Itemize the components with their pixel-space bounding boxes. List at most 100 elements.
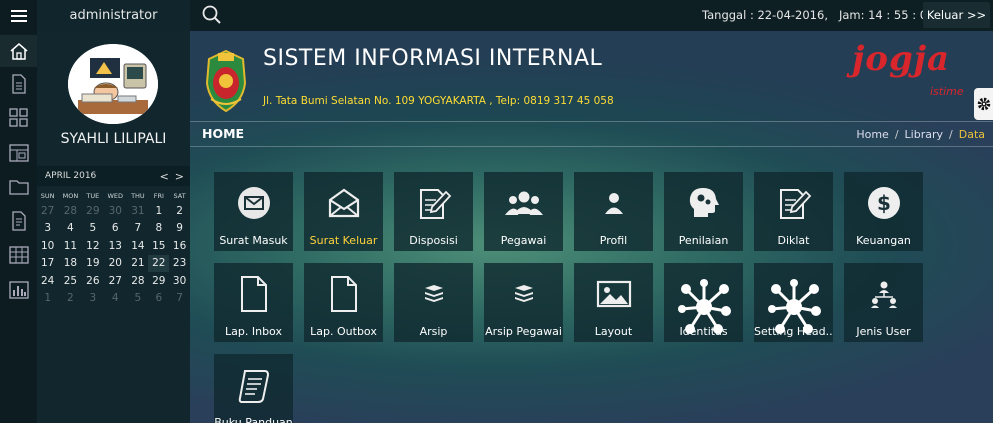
tile-label: Lap. Inbox [225,325,282,338]
calendar-day[interactable]: 1 [37,290,58,308]
calendar-day[interactable]: 25 [58,272,82,290]
tile-penilaian[interactable]: Penilaian [664,172,743,251]
rail-table-button[interactable] [9,245,29,265]
calendar-day[interactable]: 28 [58,202,82,220]
tile-identitas[interactable]: Identitas [664,263,743,342]
rail-grid-button[interactable] [9,108,29,128]
calendar-day[interactable]: 5 [82,220,103,238]
user-full-name: SYAHLI LILIPALI [60,131,167,147]
menu-toggle-button[interactable] [0,0,37,31]
calendar-day[interactable]: 27 [37,202,58,220]
home-icon [10,43,27,60]
tile-label: Diklat [777,234,810,247]
tile-label: Surat Masuk [219,234,288,247]
folder-icon [9,180,29,195]
calendar-day[interactable]: 3 [37,220,58,238]
calendar-day[interactable]: 27 [103,272,127,290]
calendar-day[interactable]: 6 [148,290,169,308]
calendar-day[interactable]: 18 [58,255,82,273]
calendar-day[interactable]: 24 [37,272,58,290]
tile-buku-panduan[interactable]: Buku Panduan [214,354,293,423]
tile-diklat[interactable]: Diklat [754,172,833,251]
tile-arsip[interactable]: Arsip [394,263,473,342]
tile-layout[interactable]: Layout [574,263,653,342]
breadcrumb: Home / Library / Data [856,128,985,141]
calendar-day[interactable]: 3 [82,290,103,308]
calendar-day[interactable]: 2 [169,202,190,220]
weekday-label: SAT [173,192,186,200]
calendar-day[interactable]: 19 [82,255,103,273]
tile-label: Arsip [419,325,448,338]
calendar-day[interactable]: 9 [169,220,190,238]
calendar-day[interactable]: 6 [103,220,127,238]
calendar-day[interactable]: 7 [169,290,190,308]
logout-button[interactable]: Keluar >> [923,2,990,28]
organization-address: Jl. Tata Bumi Selatan No. 109 YOGYAKARTA… [263,95,614,107]
calendar-day[interactable]: 29 [82,202,103,220]
government-crest-logo [203,49,249,113]
calendar-day[interactable]: 10 [37,237,58,255]
tile-surat-keluar[interactable]: Surat Keluar [304,172,383,251]
tile-label: Profil [599,234,628,247]
svg-text:$: $ [877,191,891,215]
search-button[interactable] [201,4,223,26]
tile-label: Keuangan [856,234,911,247]
datetime-display: Tanggal : 22-04-2016, Jam: 14 : 55 : 01 [702,8,935,22]
calendar-widget: APRIL 2016 < > SUN MON TUE WED THU FRI S… [37,166,190,307]
tile-pegawai[interactable]: Pegawai [484,172,563,251]
calendar-day[interactable]: 21 [127,255,148,273]
calendar-day[interactable]: 23 [169,255,190,273]
tile-jenis-user[interactable]: Jenis User [844,263,923,342]
calendar-day[interactable]: 17 [37,255,58,273]
dollar-circle-icon: $ [844,180,923,226]
tile-lap-outbox[interactable]: Lap. Outbox [304,263,383,342]
weekday-label: SUN [40,192,55,200]
calendar-day[interactable]: 5 [127,290,148,308]
breadcrumb-home-link[interactable]: Home [856,128,888,141]
calendar-day[interactable]: 4 [103,290,127,308]
calendar-day[interactable]: 7 [127,220,148,238]
calendar-day[interactable]: 4 [58,220,82,238]
tile-profil[interactable]: Profil [574,172,653,251]
calendar-month-label: APRIL 2016 [45,171,97,181]
weekday-label: MON [62,192,79,200]
calendar-day-today[interactable]: 22 [148,254,170,272]
calendar-day[interactable]: 13 [103,237,127,255]
tile-setting-head[interactable]: Setting Head... [754,263,833,342]
calendar-day[interactable]: 8 [148,220,169,238]
tile-label: Jenis User [856,325,911,338]
tile-surat-masuk[interactable]: Surat Masuk [214,172,293,251]
logo-word: jogja [852,39,951,79]
calendar-day[interactable]: 20 [103,255,127,273]
calendar-day[interactable]: 30 [103,202,127,220]
tile-disposisi[interactable]: Disposisi [394,172,473,251]
calendar-day[interactable]: 31 [127,202,148,220]
calendar-day[interactable]: 16 [169,237,190,255]
calendar-day[interactable]: 12 [82,237,103,255]
calendar-day[interactable]: 1 [148,202,169,220]
calendar-day[interactable]: 28 [127,272,148,290]
calendar-day[interactable]: 11 [58,237,82,255]
rail-layout-button[interactable] [9,143,29,163]
calendar-day[interactable]: 30 [169,272,190,290]
calendar-next-button[interactable]: > [175,170,184,183]
calendar-day[interactable]: 15 [148,237,169,255]
rail-chart-button[interactable] [9,280,29,300]
rail-folder-button[interactable] [9,177,29,197]
settings-toggle-button[interactable] [974,88,993,120]
calendar-day[interactable]: 2 [58,290,82,308]
tile-lap-inbox[interactable]: Lap. Inbox [214,263,293,342]
rail-home-button[interactable] [0,35,37,67]
rail-file-text-button[interactable] [9,211,29,231]
calendar-day[interactable]: 14 [127,237,148,255]
tile-label: Setting Head... [754,325,833,338]
breadcrumb-library-link[interactable]: Library [905,128,943,141]
calendar-prev-button[interactable]: < [160,170,169,183]
rail-document-button[interactable] [9,74,29,94]
calendar-day[interactable]: 26 [82,272,103,290]
tile-keuangan[interactable]: $ Keuangan [844,172,923,251]
tile-arsip-pegawai[interactable]: Arsip Pegawai [484,263,563,342]
tile-label: Surat Keluar [309,234,378,247]
document-icon [12,74,26,94]
calendar-day[interactable]: 29 [148,272,169,290]
